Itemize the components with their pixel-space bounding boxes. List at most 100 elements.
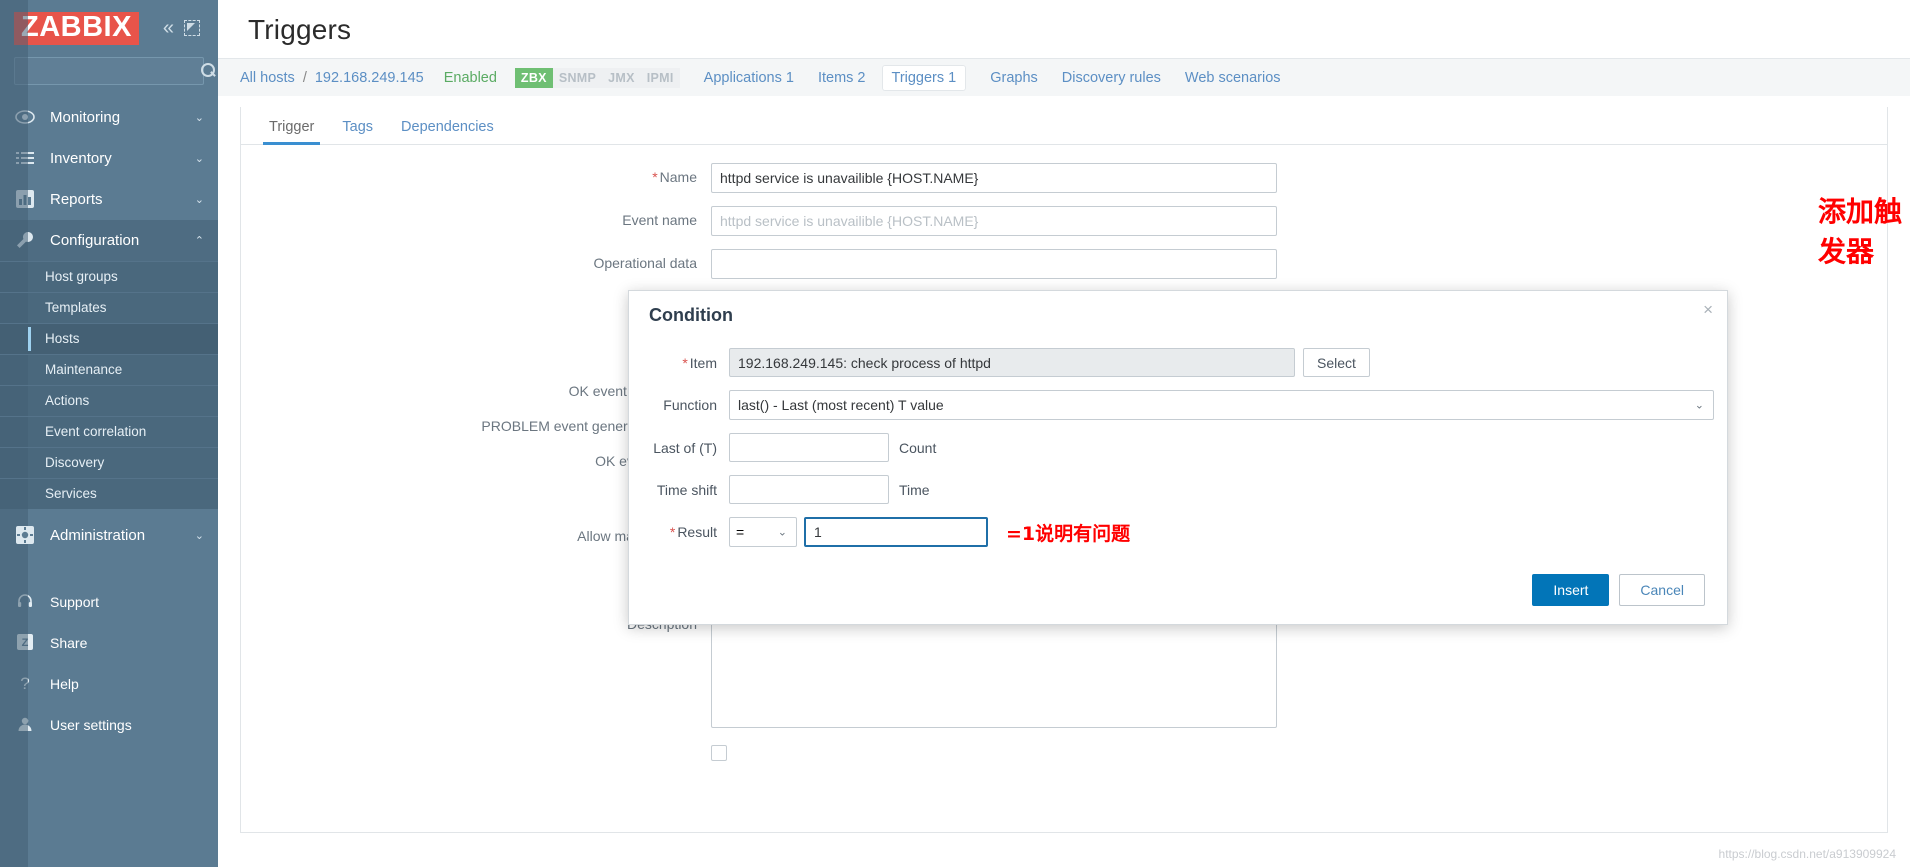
sidebar-item-inventory-label: Inventory bbox=[50, 149, 112, 167]
search-icon[interactable] bbox=[201, 63, 216, 78]
collapse-sidebar-icon[interactable]: « bbox=[163, 18, 174, 38]
function-label: Function bbox=[663, 397, 717, 413]
last-of-t-label: Last of (T) bbox=[653, 439, 717, 456]
sidebar-item-user-settings[interactable]: User settings bbox=[0, 705, 218, 746]
sidebar-item-services[interactable]: Services bbox=[0, 477, 218, 509]
nav-link-graphs[interactable]: Graphs bbox=[990, 70, 1038, 86]
breadcrumb-all-hosts[interactable]: All hosts bbox=[240, 70, 295, 86]
sidebar-item-support[interactable]: Support bbox=[0, 582, 218, 623]
page-title: Triggers bbox=[248, 14, 352, 45]
cancel-button[interactable]: Cancel bbox=[1619, 574, 1705, 606]
modal-title: Condition bbox=[649, 305, 733, 325]
result-operator-select[interactable] bbox=[729, 517, 797, 547]
sidebar-item-actions[interactable]: Actions bbox=[0, 384, 218, 416]
search-input[interactable] bbox=[21, 62, 201, 80]
sidebar-item-hosts[interactable]: Hosts bbox=[0, 322, 218, 354]
protocol-badge-ipmi[interactable]: IPMI bbox=[640, 67, 680, 88]
last-of-t-input[interactable] bbox=[729, 433, 889, 462]
result-label: * Result bbox=[651, 524, 729, 540]
field-row-operational-data: Operational data bbox=[241, 249, 1887, 279]
sidebar-item-templates-label: Templates bbox=[45, 300, 107, 316]
sidebar-item-help[interactable]: ? Help bbox=[0, 664, 218, 705]
modal-body: *Item Select Function ⌄ Last of (T) Coun… bbox=[629, 336, 1727, 564]
nav-link-web-scenarios[interactable]: Web scenarios bbox=[1185, 70, 1281, 86]
event-name-input[interactable] bbox=[711, 206, 1277, 236]
hide-sidebar-icon[interactable] bbox=[184, 20, 200, 37]
main-content: Triggers All hosts / 192.168.249.145 Ena… bbox=[218, 0, 1910, 867]
operational-data-input[interactable] bbox=[711, 249, 1277, 279]
nav-link-triggers[interactable]: Triggers 1 bbox=[881, 64, 967, 91]
enabled-checkbox[interactable] bbox=[711, 745, 727, 761]
sidebar-item-share[interactable]: Z Share bbox=[0, 623, 218, 664]
field-row-enabled-bottom bbox=[241, 745, 1887, 761]
insert-button[interactable]: Insert bbox=[1532, 574, 1610, 606]
sidebar-item-reports[interactable]: Reports ⌄ bbox=[0, 179, 218, 220]
item-input[interactable] bbox=[729, 348, 1295, 377]
tab-trigger[interactable]: Trigger bbox=[255, 119, 328, 145]
form-tabs: Trigger Tags Dependencies bbox=[241, 107, 1887, 145]
required-marker: * bbox=[682, 354, 688, 371]
protocol-badge-jmx[interactable]: JMX bbox=[602, 67, 641, 88]
nav-link-discovery-rules[interactable]: Discovery rules bbox=[1062, 70, 1161, 86]
sidebar-item-monitoring[interactable]: Monitoring ⌄ bbox=[0, 97, 218, 138]
chevron-down-icon: ⌄ bbox=[194, 193, 204, 206]
host-status-enabled[interactable]: Enabled bbox=[444, 70, 497, 86]
function-select-wrap: ⌄ bbox=[729, 390, 1714, 420]
sidebar-item-host-groups-label: Host groups bbox=[45, 269, 118, 285]
configuration-submenu: Host groups Templates Hosts Maintenance … bbox=[0, 0, 218, 867]
sidebar-item-configuration[interactable]: Configuration ⌃ bbox=[0, 219, 218, 261]
sidebar-search-wrap bbox=[0, 51, 218, 97]
sidebar-item-maintenance[interactable]: Maintenance bbox=[0, 353, 218, 385]
sidebar-item-discovery-label: Discovery bbox=[45, 455, 105, 471]
sidebar-item-inventory[interactable]: Inventory ⌄ bbox=[0, 138, 218, 179]
protocol-badges: ZBX SNMP JMX IPMI bbox=[514, 67, 680, 88]
sidebar: ZABBIX « Monitoring ⌄ Inventory ⌄ Report… bbox=[0, 0, 218, 867]
time-shift-input[interactable] bbox=[729, 475, 889, 504]
sidebar-item-discovery[interactable]: Discovery bbox=[0, 446, 218, 478]
field-row-event-name: Event name bbox=[241, 206, 1887, 236]
sidebar-item-event-correlation[interactable]: Event correlation bbox=[0, 415, 218, 447]
chevron-down-icon: ⌄ bbox=[194, 529, 204, 542]
close-icon[interactable]: × bbox=[1703, 301, 1713, 318]
result-value-input[interactable] bbox=[804, 517, 988, 547]
sidebar-item-support-label: Support bbox=[50, 594, 100, 611]
sidebar-item-configuration-label: Configuration bbox=[50, 231, 140, 249]
sidebar-item-administration-label: Administration bbox=[50, 526, 146, 544]
item-label: * Item bbox=[651, 355, 729, 371]
tab-tags[interactable]: Tags bbox=[328, 119, 387, 144]
sidebar-item-event-correlation-label: Event correlation bbox=[45, 424, 147, 440]
modal-header: Condition × bbox=[629, 291, 1727, 336]
tab-dependencies[interactable]: Dependencies bbox=[387, 119, 508, 144]
result-label-text: Result bbox=[677, 524, 717, 540]
sidebar-item-monitoring-label: Monitoring bbox=[50, 108, 121, 126]
sidebar-item-templates[interactable]: Templates bbox=[0, 291, 218, 323]
protocol-badge-zbx[interactable]: ZBX bbox=[514, 67, 553, 88]
name-input[interactable] bbox=[711, 163, 1277, 193]
nav-link-items[interactable]: Items 2 bbox=[818, 70, 866, 86]
tab-trigger-label: Trigger bbox=[269, 119, 315, 135]
annotation-result-meaning: =1说明有问题 bbox=[1006, 522, 1131, 545]
nav-link-applications[interactable]: Applications 1 bbox=[704, 70, 794, 86]
breadcrumb-separator: / bbox=[302, 69, 307, 86]
modal-row-last-of-t: Last of (T) Count bbox=[651, 433, 1705, 462]
breadcrumb-host[interactable]: 192.168.249.145 bbox=[315, 70, 424, 86]
sidebar-item-host-groups[interactable]: Host groups bbox=[0, 260, 218, 292]
chevron-up-icon: ⌃ bbox=[194, 234, 204, 247]
sidebar-brand-row: ZABBIX « bbox=[0, 0, 218, 51]
sidebar-item-share-label: Share bbox=[50, 635, 88, 652]
protocol-badge-snmp[interactable]: SNMP bbox=[552, 67, 603, 88]
description-textarea[interactable] bbox=[711, 610, 1277, 728]
zabbix-logo[interactable]: ZABBIX bbox=[14, 12, 139, 45]
sidebar-item-administration[interactable]: Administration ⌄ bbox=[0, 515, 218, 556]
sidebar-item-help-label: Help bbox=[50, 676, 79, 693]
event-name-label: Event name bbox=[622, 212, 697, 228]
modal-row-result: *Result ⌄ =1说明有问题 bbox=[651, 517, 1705, 547]
sidebar-item-reports-label: Reports bbox=[50, 190, 103, 208]
search-box[interactable] bbox=[14, 56, 215, 85]
required-marker: * bbox=[652, 169, 658, 185]
function-select[interactable] bbox=[729, 390, 1714, 420]
breadcrumb: All hosts / 192.168.249.145 Enabled ZBX … bbox=[218, 58, 1910, 96]
item-select-button[interactable]: Select bbox=[1303, 348, 1370, 377]
enabled-bottom-label bbox=[241, 745, 711, 751]
chevron-down-icon: ⌄ bbox=[194, 111, 204, 124]
